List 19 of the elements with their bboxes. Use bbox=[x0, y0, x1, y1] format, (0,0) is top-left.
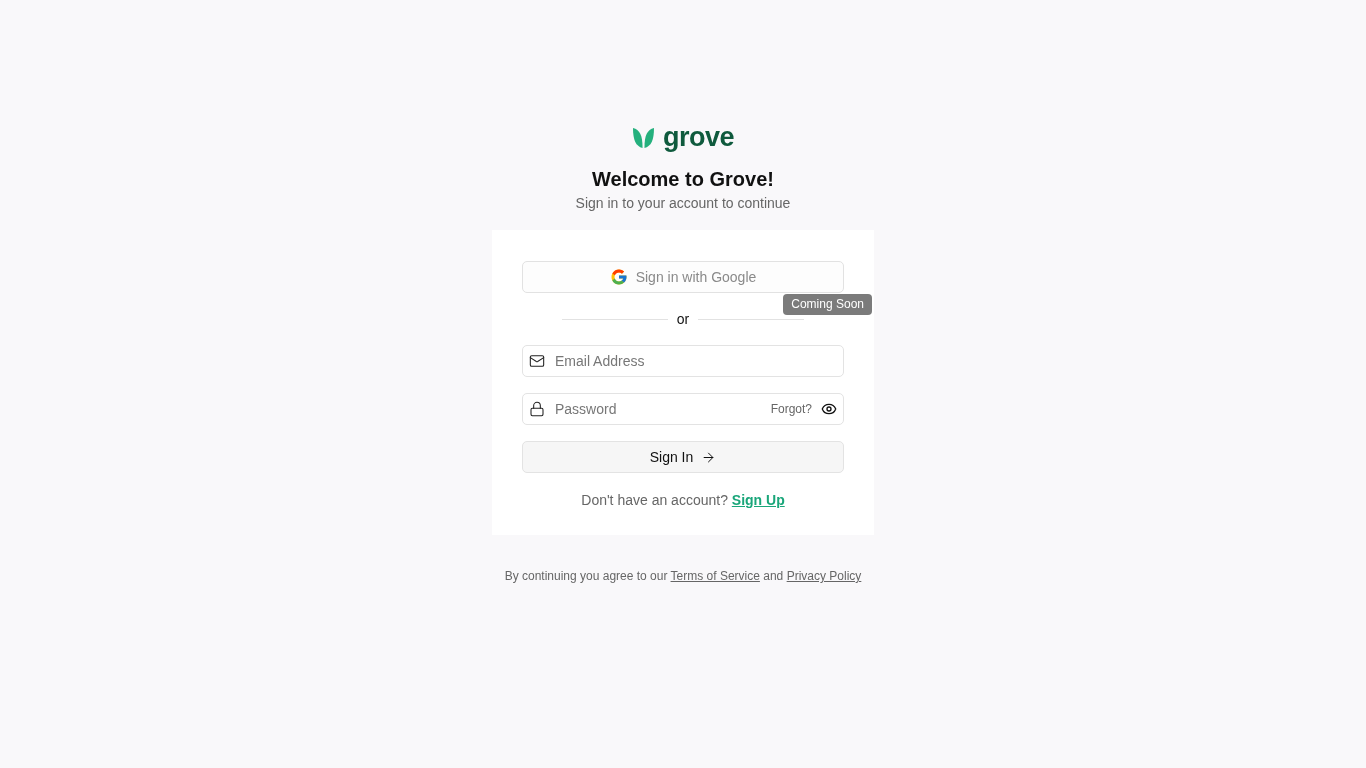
logo-text: grove bbox=[663, 123, 734, 151]
terms-of-service-link[interactable]: Terms of Service bbox=[670, 569, 760, 583]
forgot-password-link[interactable]: Forgot? bbox=[770, 400, 812, 418]
coming-soon-tooltip: Coming Soon bbox=[783, 294, 872, 315]
sign-up-link[interactable]: Sign Up bbox=[731, 492, 785, 508]
welcome-heading: Welcome to Grove! bbox=[592, 167, 774, 192]
leaf-logo-icon bbox=[632, 126, 655, 148]
sign-in-button[interactable]: Sign In bbox=[522, 441, 844, 473]
lock-icon bbox=[529, 401, 545, 417]
email-field[interactable]: Email Address bbox=[522, 345, 844, 377]
divider-text: or bbox=[676, 309, 690, 329]
google-g-icon bbox=[609, 268, 628, 286]
terms-notice: By continuing you agree to our Terms of Service and Privacy Policy bbox=[504, 568, 862, 584]
privacy-policy-link[interactable]: Privacy Policy bbox=[786, 569, 862, 583]
subtitle-text: Sign in to your account to continue bbox=[575, 194, 791, 213]
eye-icon[interactable] bbox=[821, 401, 837, 417]
mail-icon bbox=[529, 353, 545, 369]
sign-up-prompt: Don't have an account? Sign Up bbox=[580, 491, 786, 510]
arrow-right-icon bbox=[701, 449, 717, 465]
